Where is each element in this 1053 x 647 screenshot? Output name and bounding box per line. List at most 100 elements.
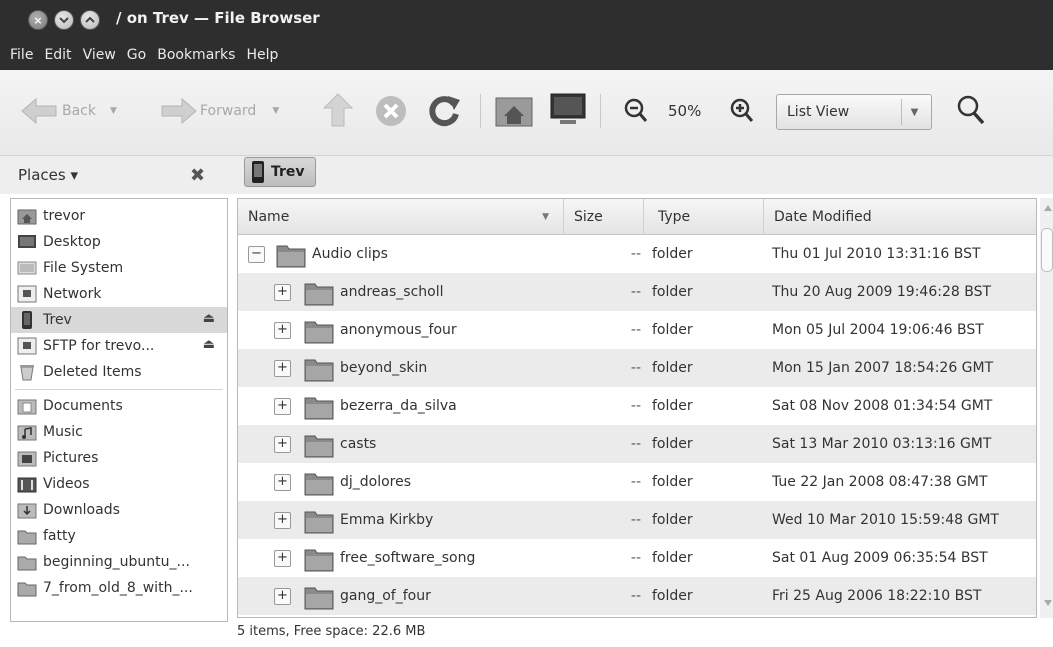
place-downloads[interactable]: Downloads [11,497,227,523]
downloads-folder-icon [17,503,37,519]
file-date-modified: Sat 08 Nov 2008 01:34:54 GMT [772,398,993,414]
computer-button[interactable] [548,92,588,128]
scroll-down-arrow-icon[interactable] [1044,600,1052,606]
up-button[interactable] [322,92,354,128]
zoom-out-icon [624,98,648,122]
close-sidebar-button[interactable]: ✖ [190,165,205,186]
menu-help[interactable]: Help [246,47,278,63]
zoom-level-indicator[interactable]: 50% [668,102,701,120]
table-row[interactable]: + free_software_song -- folder Sat 01 Au… [238,539,1036,577]
place-trev[interactable]: Trev ⏏ [11,307,227,333]
place-music[interactable]: Music [11,419,227,445]
place-label: 7_from_old_8_with_... [43,580,193,596]
sort-descending-icon: ▼ [542,212,549,222]
table-row[interactable]: + andreas_scholl -- folder Thu 20 Aug 20… [238,273,1036,311]
file-name: andreas_scholl [340,284,444,300]
zoom-out-button[interactable] [624,98,648,124]
folder-icon [304,587,334,610]
zoom-in-icon [730,98,754,122]
stop-icon [376,96,406,126]
menu-bookmarks[interactable]: Bookmarks [157,47,235,63]
file-type: folder [652,322,693,338]
expand-toggle[interactable]: + [274,284,291,301]
view-mode-select[interactable]: List View ▼ [776,94,932,130]
expand-toggle[interactable]: + [274,474,291,491]
expand-toggle[interactable]: + [274,436,291,453]
place-label: Trev [43,312,72,328]
maximize-window-button[interactable] [80,10,100,30]
back-label: Back [62,103,96,119]
table-row[interactable]: + dj_dolores -- folder Tue 22 Jan 2008 0… [238,463,1036,501]
back-history-dropdown[interactable]: ▼ [110,106,117,116]
menu-go[interactable]: Go [127,47,146,63]
place-file-system[interactable]: File System [11,255,227,281]
table-row[interactable]: + anonymous_four -- folder Mon 05 Jul 20… [238,311,1036,349]
place-deleted-items[interactable]: Deleted Items [11,359,227,385]
search-button[interactable] [956,94,986,126]
home-button[interactable] [494,92,534,128]
window-title: / on Trev — File Browser [116,9,320,27]
table-row[interactable]: − Audio clips -- folder Thu 01 Jul 2010 … [238,235,1036,273]
place-beginning-ubuntu[interactable]: beginning_ubuntu_... [11,549,227,575]
expand-toggle[interactable]: + [274,588,291,605]
forward-history-dropdown[interactable]: ▼ [272,106,279,116]
expand-toggle[interactable]: + [274,360,291,377]
eject-icon[interactable]: ⏏ [203,311,215,326]
file-date-modified: Wed 10 Mar 2010 15:59:48 GMT [772,512,999,528]
reload-button[interactable] [426,92,462,128]
expand-toggle[interactable]: + [274,322,291,339]
menu-view[interactable]: View [83,47,116,63]
expand-toggle[interactable]: + [274,550,291,567]
forward-button[interactable]: Forward ▼ [160,96,279,126]
file-size: -- [630,550,641,566]
place-trevor[interactable]: trevor [11,203,227,229]
menu-edit[interactable]: Edit [44,47,71,63]
chevron-down-icon: ▼ [901,99,927,125]
folder-icon [304,397,334,420]
file-name: Audio clips [312,246,388,262]
menu-file[interactable]: File [10,47,33,63]
expand-toggle[interactable]: + [274,512,291,529]
expand-toggle[interactable]: + [274,398,291,415]
stop-button[interactable] [374,94,408,128]
file-date-modified: Thu 01 Jul 2010 13:31:16 BST [772,246,981,262]
close-window-button[interactable]: × [28,10,48,30]
column-header-name[interactable]: Name ▼ [238,199,564,235]
zoom-in-button[interactable] [730,98,754,124]
file-size: -- [630,246,641,262]
place-7-from-old-8[interactable]: 7_from_old_8_with_... [11,575,227,601]
place-desktop[interactable]: Desktop [11,229,227,255]
collapse-toggle[interactable]: − [248,246,265,263]
eject-icon[interactable]: ⏏ [203,337,215,352]
toolbar-separator [600,94,601,128]
file-size: -- [630,322,641,338]
table-row[interactable]: + casts -- folder Sat 13 Mar 2010 03:13:… [238,425,1036,463]
documents-folder-icon [17,399,37,415]
column-header-size[interactable]: Size [564,199,644,235]
place-network[interactable]: Network [11,281,227,307]
path-button-trev[interactable]: Trev [244,157,316,187]
place-label: Deleted Items [43,364,142,380]
status-bar: 5 items, Free space: 22.6 MB [237,624,426,639]
minimize-window-button[interactable] [54,10,74,30]
scrollbar-thumb[interactable] [1041,228,1053,272]
column-header-type[interactable]: Type [644,199,764,235]
place-sftp[interactable]: SFTP for trevo... ⏏ [11,333,227,359]
table-row[interactable]: + gang_of_four -- folder Fri 25 Aug 2006… [238,577,1036,615]
table-row[interactable]: + Emma Kirkby -- folder Wed 10 Mar 2010 … [238,501,1036,539]
place-videos[interactable]: Videos [11,471,227,497]
place-pictures[interactable]: Pictures [11,445,227,471]
table-row[interactable]: + bezerra_da_silva -- folder Sat 08 Nov … [238,387,1036,425]
column-header-date-modified[interactable]: Date Modified [764,199,1036,235]
forward-label: Forward [200,103,257,119]
scroll-up-arrow-icon[interactable] [1044,205,1052,211]
place-fatty[interactable]: fatty [11,523,227,549]
place-label: beginning_ubuntu_... [43,554,190,570]
back-button[interactable]: Back ▼ [20,96,117,126]
place-documents[interactable]: Documents [11,393,227,419]
places-dropdown[interactable]: Places ▾ [18,166,78,184]
toolbar: Back ▼ Forward ▼ 50% List View ▼ [0,70,1053,156]
place-label: trevor [43,208,86,224]
file-type: folder [652,550,693,566]
table-row[interactable]: + beyond_skin -- folder Mon 15 Jan 2007 … [238,349,1036,387]
